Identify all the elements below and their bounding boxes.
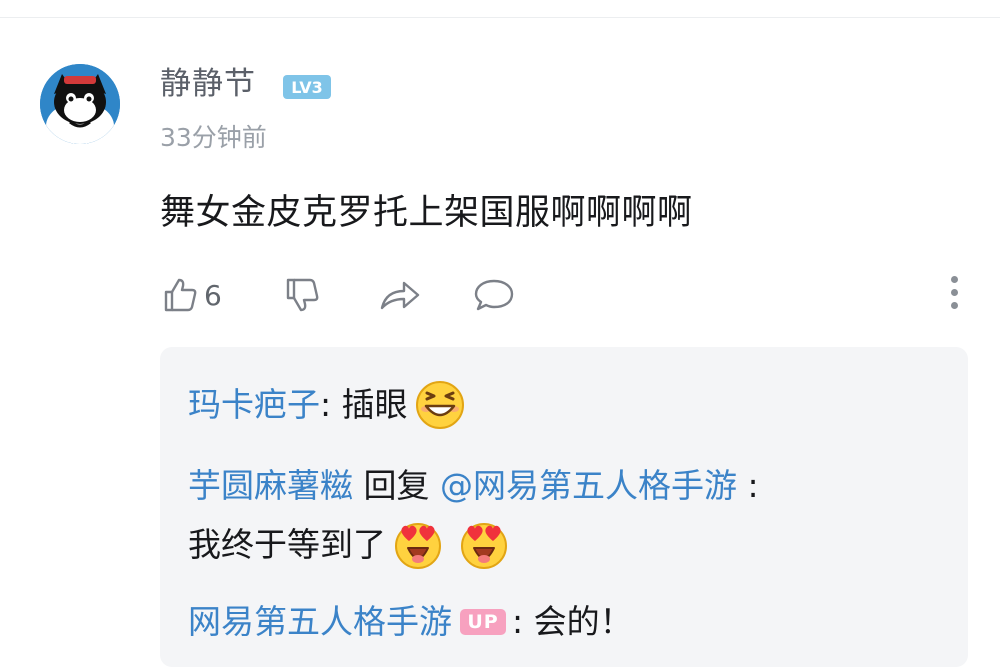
reply-text: 会的！ [533, 602, 633, 641]
heart-eyes-emoji-icon [392, 519, 444, 571]
comment-body: 舞女金皮克罗托上架国服啊啊啊啊 [160, 193, 693, 233]
reply-text: 我终于等到了 [188, 525, 386, 564]
reply-item[interactable]: 玛卡疤子 : 插眼 [188, 379, 466, 431]
reply-separator: : [736, 466, 759, 505]
reply-username[interactable]: 网易第五人格手游 [188, 599, 452, 645]
more-dot-icon [950, 302, 958, 309]
reply-item[interactable]: 网易第五人格手游 UP : 会的！ [188, 599, 633, 645]
more-dot-icon [950, 276, 958, 283]
comment-bubble-icon [474, 279, 514, 311]
reply-separator: : [320, 385, 342, 424]
level-badge: LV3 [282, 74, 332, 100]
more-dot-icon [950, 289, 958, 296]
grinning-squint-emoji-icon [414, 379, 466, 431]
reply-mention[interactable]: @网易第五人格手游 [440, 463, 737, 509]
heart-eyes-emoji-icon [458, 519, 510, 571]
share-arrow-icon [380, 281, 420, 310]
reply-username[interactable]: 芋圆麻薯糍 [188, 463, 353, 509]
thumbs-down-icon [286, 278, 319, 312]
reply-word: 回复 [353, 466, 440, 505]
reply-text: 插眼 [341, 385, 408, 424]
comment-timestamp: 33分钟前 [160, 123, 267, 152]
more-options-button[interactable] [948, 276, 960, 314]
reply-username[interactable]: 玛卡疤子 [188, 382, 320, 428]
reply-button[interactable] [472, 270, 516, 320]
up-badge: UP [460, 609, 506, 635]
comment-action-bar: 6 [160, 270, 980, 320]
reply-separator: : [512, 602, 534, 641]
level-badge-icon: LV3 [283, 75, 331, 99]
share-button[interactable] [378, 270, 422, 320]
replies-panel[interactable]: 玛卡疤子 : 插眼 芋圆麻薯糍 回复 @网易第五人格手游 : 我终于等到了 网易… [160, 347, 968, 667]
thumbs-up-icon [164, 278, 197, 312]
user-avatar[interactable] [40, 64, 120, 144]
level-badge-label: LV3 [291, 78, 323, 97]
comment-username[interactable]: 静静节 [160, 62, 256, 106]
reply-item-continued: 我终于等到了 [188, 519, 510, 571]
like-button[interactable]: 6 [160, 270, 222, 320]
avatar-cat-icon [40, 64, 120, 144]
dislike-button[interactable] [282, 270, 322, 320]
top-divider [0, 17, 1000, 18]
like-count: 6 [204, 278, 222, 312]
reply-item[interactable]: 芋圆麻薯糍 回复 @网易第五人格手游 : [188, 463, 759, 509]
